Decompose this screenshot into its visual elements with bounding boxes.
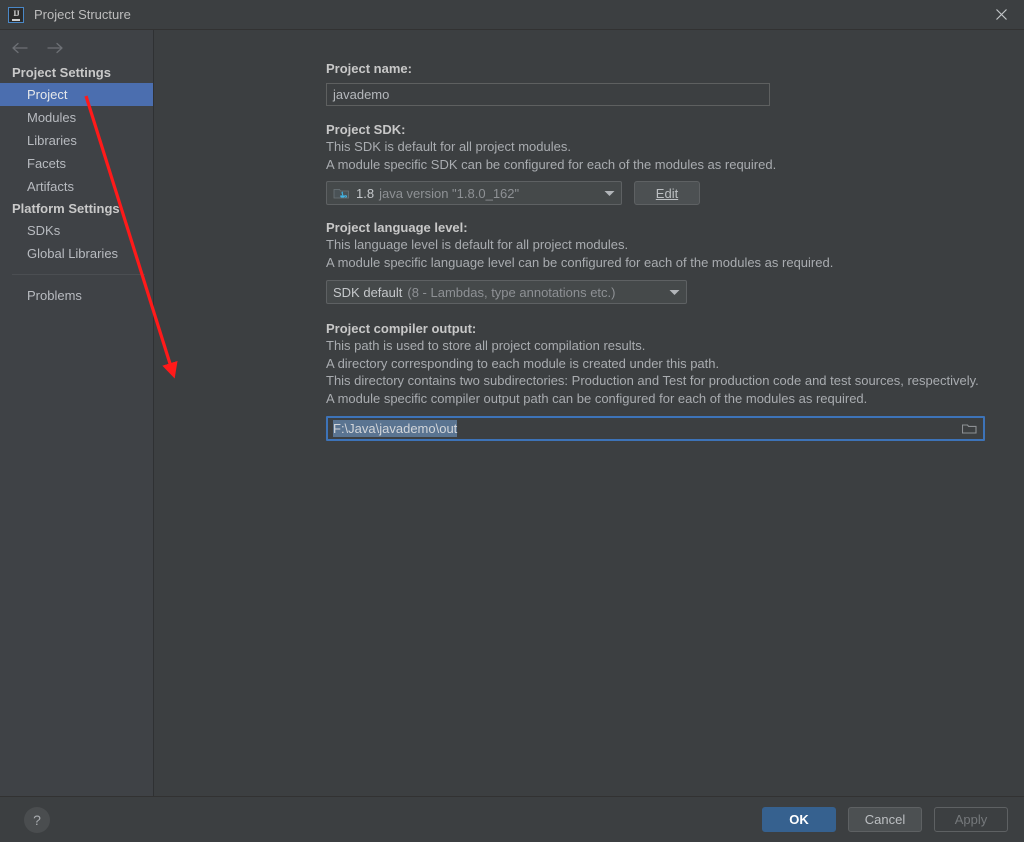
sidebar-item-sdks[interactable]: SDKs [0,219,153,242]
sidebar-item-libraries[interactable]: Libraries [0,129,153,152]
project-sdk-dropdown[interactable]: 1.8 java version "1.8.0_162" [326,181,622,205]
language-level-value: SDK default [333,284,403,300]
sidebar-item-global-libraries[interactable]: Global Libraries [0,242,153,265]
compiler-output-description-line-3: This directory contains two subdirectori… [326,373,979,388]
arrow-right-icon[interactable] [44,38,66,58]
project-structure-dialog: IJ Project Structure Project Settings Pr… [0,0,1024,842]
project-sdk-detail: java version "1.8.0_162" [379,185,520,201]
sidebar-group-title-project-settings: Project Settings [12,65,111,80]
project-sdk-description-line-1: This SDK is default for all project modu… [326,139,571,154]
folder-icon[interactable] [962,423,977,435]
sidebar-item-artifacts[interactable]: Artifacts [0,175,153,198]
project-compiler-output-section: Project compiler output: This path is us… [326,320,1024,441]
project-name-section: Project name: javademo [326,60,1024,106]
sidebar-item-facets[interactable]: Facets [0,152,153,175]
chevron-down-icon[interactable] [597,190,621,197]
language-level-description-line-2: A module specific language level can be … [326,254,834,270]
settings-sidebar: Project Settings Project Modules Librari… [0,30,154,796]
project-sdk-label: Project SDK: [326,122,406,137]
compiler-output-path-input[interactable]: F:\Java\javademo\out [326,416,985,441]
edit-sdk-button[interactable]: Edit [634,181,700,205]
sidebar-item-modules[interactable]: Modules [0,106,153,129]
java-sdk-icon [333,186,350,201]
compiler-output-label: Project compiler output: [326,321,477,336]
project-name-value: javademo [333,87,390,102]
edit-sdk-button-label: Edit [655,185,679,201]
chevron-down-icon[interactable] [662,289,686,296]
sidebar-navigation [0,34,153,62]
dialog-footer: ? OK Cancel Apply [0,796,1024,842]
dialog-body: Project Settings Project Modules Librari… [0,29,1024,796]
window-title: Project Structure [34,7,131,22]
language-level-detail: (8 - Lambdas, type annotations etc.) [407,284,616,300]
project-sdk-description-line-2: A module specific SDK can be configured … [326,156,777,172]
project-name-input[interactable]: javademo [326,83,770,106]
project-sdk-section: Project SDK: This SDK is default for all… [326,121,1024,205]
close-icon[interactable] [978,0,1024,29]
ok-button[interactable]: OK [762,807,836,832]
project-name-label: Project name: [326,61,412,76]
compiler-output-description-line-4: A module specific compiler output path c… [326,390,868,406]
compiler-output-description-line-2: A directory corresponding to each module… [326,355,720,371]
language-level-description-line-1: This language level is default for all p… [326,237,629,252]
project-language-level-label: Project language level: [326,220,468,235]
sidebar-item-problems[interactable]: Problems [0,284,153,307]
title-bar: IJ Project Structure [0,0,1024,29]
cancel-button[interactable]: Cancel [848,807,922,832]
project-sdk-version: 1.8 [356,185,375,201]
compiler-output-description-line-1: This path is used to store all project c… [326,338,646,353]
compiler-output-path-value: F:\Java\javademo\out [333,420,458,437]
sidebar-group-title-platform-settings: Platform Settings [12,201,120,216]
sidebar-item-project[interactable]: Project [0,83,153,106]
help-button[interactable]: ? [24,806,50,833]
settings-content-panel: Project name: javademo Project SDK: This… [154,30,1024,796]
project-language-level-dropdown[interactable]: SDK default (8 - Lambdas, type annotatio… [326,280,687,304]
intellij-idea-icon: IJ [8,6,24,23]
project-language-level-section: Project language level: This language le… [326,219,1024,304]
apply-button: Apply [934,807,1008,832]
arrow-left-icon[interactable] [8,38,30,58]
sidebar-divider [12,274,145,275]
